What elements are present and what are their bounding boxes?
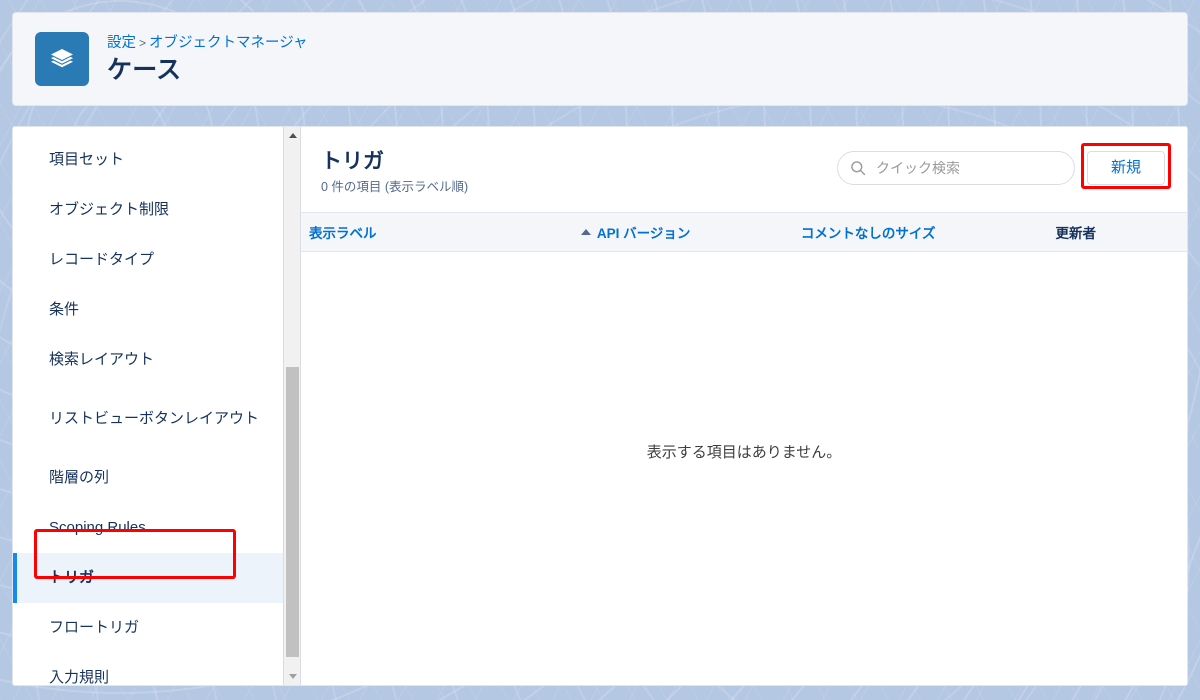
sidebar-item-record-types[interactable]: レコードタイプ <box>13 235 300 285</box>
sidebar-item-label: Scoping Rules <box>49 519 146 536</box>
column-header-size-without-comments[interactable]: コメントなしのサイズ <box>794 212 1050 252</box>
new-trigger-button[interactable]: 新規 <box>1087 151 1165 185</box>
sidebar-item-conditions[interactable]: 条件 <box>13 285 300 335</box>
empty-state-message: 表示する項目はありません。 <box>646 444 842 461</box>
main-card: 項目セット オブジェクト制限 レコードタイプ 条件 検索レイアウト リストビュー… <box>12 126 1188 686</box>
sidebar-item-list: 項目セット オブジェクト制限 レコードタイプ 条件 検索レイアウト リストビュー… <box>13 127 300 685</box>
column-header-api-version[interactable]: API バージョン <box>570 212 795 252</box>
table-header-row: 表示ラベル API バージョン コメントなしのサイズ 更新者 <box>301 212 1187 252</box>
sort-ascending-icon <box>580 229 591 235</box>
breadcrumb-object-manager-link[interactable]: オブジェクトマネージャ <box>149 35 307 51</box>
list-title: トリガ <box>321 150 384 173</box>
sidebar-item-label: リストビューボタンレイアウト <box>49 410 260 427</box>
empty-state: 表示する項目はありません。 <box>301 252 1187 685</box>
sidebar-item-triggers[interactable]: トリガ <box>13 553 300 603</box>
sidebar-item-label: レコードタイプ <box>49 251 155 268</box>
column-header-last-modified-by: 更新者 <box>1049 212 1187 252</box>
list-header: トリガ 0 件の項目 (表示ラベル順) 新規 <box>301 127 1187 212</box>
sidebar-item-label: 項目セット <box>49 151 125 168</box>
sidebar-item-label: 条件 <box>49 301 80 318</box>
scroll-up-arrow-icon[interactable] <box>284 127 300 144</box>
sidebar-item-validation-rules[interactable]: 入力規則 <box>13 653 300 685</box>
column-header-api-version-text: API バージョン <box>596 226 691 241</box>
breadcrumb: 設定 > オブジェクトマネージャ <box>107 33 308 53</box>
triggers-table: 表示ラベル API バージョン コメントなしのサイズ 更新者 <box>301 212 1187 252</box>
sidebar-item-label: トリガ <box>49 569 95 586</box>
sidebar-item-scoping-rules[interactable]: Scoping Rules <box>13 503 300 553</box>
sidebar-item-hierarchy-columns[interactable]: 階層の列 <box>13 453 300 503</box>
list-item-count: 0 件の項目 (表示ラベル順) <box>321 180 469 194</box>
sidebar-item-flow-triggers[interactable]: フロートリガ <box>13 603 300 653</box>
header-text-block: 設定 > オブジェクトマネージャ ケース <box>107 33 308 85</box>
sidebar-item-label: オブジェクト制限 <box>49 201 170 218</box>
page-title: ケース <box>107 56 182 84</box>
column-header-modified-by-text: 更新者 <box>1055 226 1096 241</box>
sidebar-item-label: 入力規則 <box>49 669 110 685</box>
sidebar-item-object-limits[interactable]: オブジェクト制限 <box>13 185 300 235</box>
sidebar-item-label: フロートリガ <box>49 619 140 636</box>
sidebar-scrollbar[interactable] <box>283 127 300 685</box>
quick-find-input[interactable] <box>837 151 1075 185</box>
setup-object-header: 設定 > オブジェクトマネージャ ケース <box>12 12 1188 106</box>
stacked-layers-icon <box>35 32 89 86</box>
breadcrumb-setup-link[interactable]: 設定 <box>107 35 136 51</box>
sidebar-item-list-view-button-layout[interactable]: リストビューボタンレイアウト <box>13 385 300 453</box>
trigger-list-panel: トリガ 0 件の項目 (表示ラベル順) 新規 <box>301 127 1187 685</box>
quick-find-wrapper <box>837 151 1075 185</box>
column-header-size-text: コメントなしのサイズ <box>800 226 936 241</box>
sidebar-item-field-sets[interactable]: 項目セット <box>13 135 300 185</box>
sidebar-item-search-layouts[interactable]: 検索レイアウト <box>13 335 300 385</box>
list-title-block: トリガ 0 件の項目 (表示ラベル順) <box>321 149 468 196</box>
breadcrumb-separator: > <box>139 36 147 50</box>
sidebar-item-label: 検索レイアウト <box>49 351 155 368</box>
sidebar-item-label: 階層の列 <box>49 469 110 486</box>
object-setup-sidebar: 項目セット オブジェクト制限 レコードタイプ 条件 検索レイアウト リストビュー… <box>13 127 301 685</box>
scroll-down-arrow-icon[interactable] <box>284 668 300 685</box>
column-header-label[interactable]: 表示ラベル <box>301 212 571 252</box>
scrollbar-thumb[interactable] <box>286 367 299 657</box>
column-header-label-text: 表示ラベル <box>309 226 377 241</box>
list-header-actions: 新規 <box>837 143 1171 189</box>
